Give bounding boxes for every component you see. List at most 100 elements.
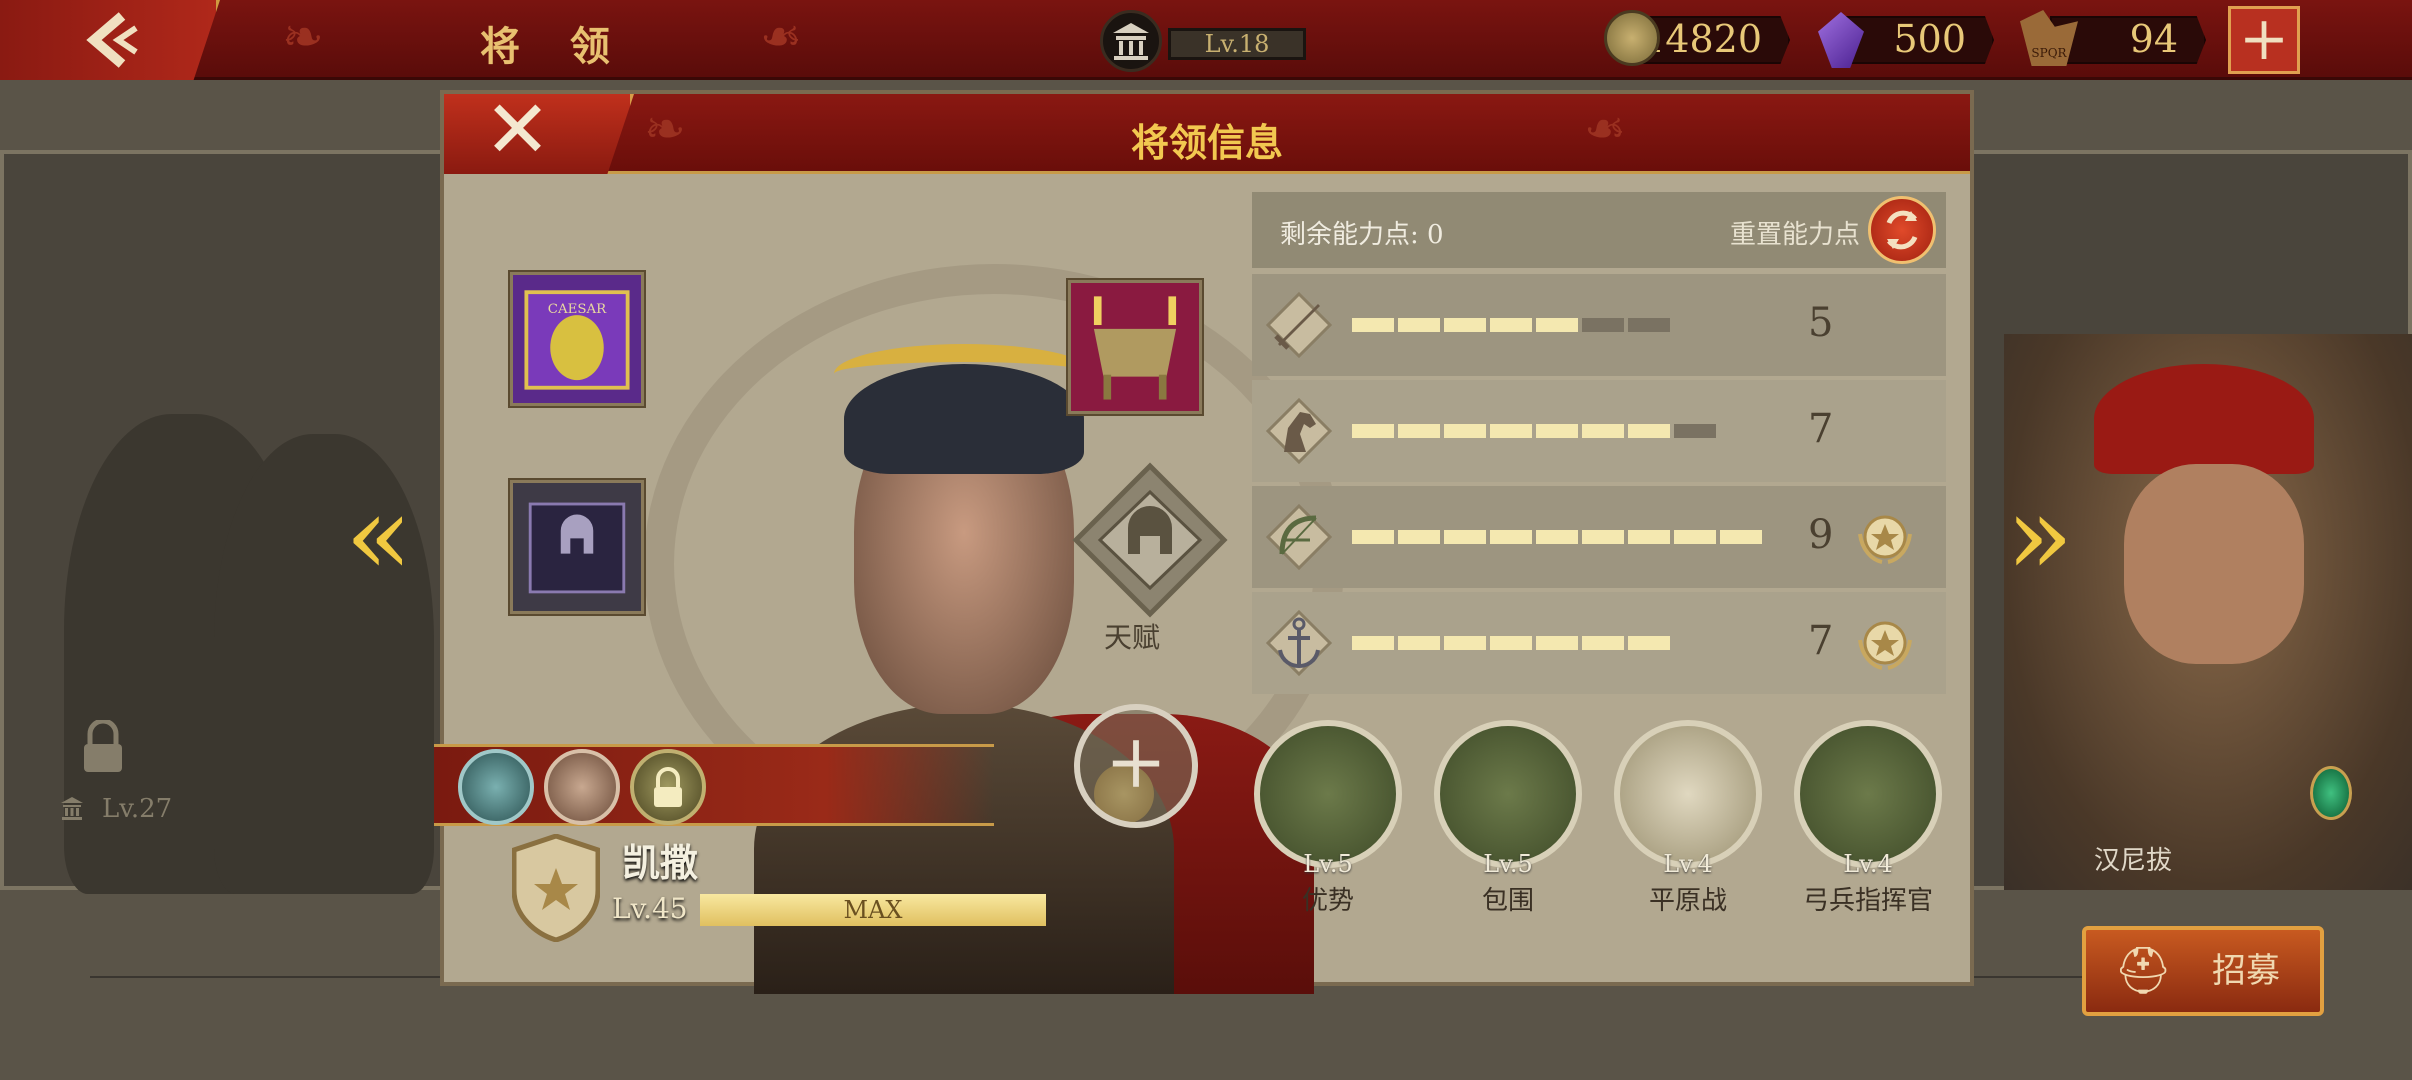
stat-value: 5 bbox=[1808, 300, 1834, 346]
remaining-points-label: 剩余能力点: 0 bbox=[1280, 220, 1444, 250]
spartan-helmet-icon: ⛑ bbox=[2114, 943, 2173, 997]
gold-coin-icon bbox=[1604, 10, 1660, 66]
back-button[interactable] bbox=[0, 0, 220, 80]
skill-archer-commander[interactable] bbox=[1794, 720, 1942, 868]
skill-advantage[interactable] bbox=[1254, 720, 1402, 868]
stat-row: 7 bbox=[1252, 592, 1946, 694]
add-equipment-button[interactable]: + bbox=[1074, 704, 1198, 828]
stat-bar-segment bbox=[1490, 636, 1532, 650]
svg-text:CAESAR: CAESAR bbox=[548, 302, 607, 317]
stat-bar-segment bbox=[1444, 530, 1486, 544]
prev-general-arrow-icon[interactable]: « bbox=[345, 480, 412, 590]
skill-level: Lv.4 bbox=[1843, 850, 1893, 878]
recruit-button[interactable]: ⛑ 招募 bbox=[2082, 926, 2324, 1016]
stat-bar-segment bbox=[1536, 530, 1578, 544]
horse-icon bbox=[1265, 397, 1333, 465]
gem-counter: 500 bbox=[1842, 16, 1994, 64]
stat-bar-segment bbox=[1536, 424, 1578, 438]
stat-row: 7 bbox=[1252, 380, 1946, 482]
ability-points-header: 剩余能力点: 0 重置能力点 bbox=[1252, 192, 1946, 268]
anchor-icon bbox=[1265, 609, 1333, 677]
stat-bar-segment bbox=[1352, 318, 1394, 332]
talent-label: 天赋 bbox=[1104, 621, 1161, 654]
stat-row: 9 bbox=[1252, 486, 1946, 588]
stat-bar-segment bbox=[1536, 318, 1578, 332]
stat-bar-segment bbox=[1444, 636, 1486, 650]
eagle-medal-icon[interactable] bbox=[544, 749, 620, 825]
stat-bar-segment bbox=[1352, 424, 1394, 438]
stat-bar-segment bbox=[1352, 636, 1394, 650]
laurel-crown-icon bbox=[834, 344, 1094, 404]
stat-bar-segment bbox=[1628, 530, 1670, 544]
skill-encircle[interactable] bbox=[1434, 720, 1582, 868]
skill-level: Lv.5 bbox=[1483, 850, 1533, 878]
page-title: 将 领 bbox=[480, 23, 628, 70]
player-level-indicator[interactable]: Lv.18 bbox=[1100, 10, 1310, 72]
general-level: Lv.45 bbox=[612, 892, 688, 925]
skill-level: Lv.5 bbox=[1303, 850, 1353, 878]
stat-bar-segment bbox=[1674, 424, 1716, 438]
recruit-label: 招募 bbox=[2212, 951, 2280, 991]
exp-bar: MAX bbox=[700, 894, 1046, 926]
general-portrait-hannibal bbox=[2004, 334, 2412, 890]
laurel-left-icon: ❧ bbox=[282, 8, 324, 66]
back-arrow-icon bbox=[86, 12, 138, 68]
stat-bar-segment bbox=[1582, 424, 1624, 438]
laurel-right-icon: ❧ bbox=[1584, 100, 1626, 158]
helmet-book-icon bbox=[513, 483, 641, 611]
next-general-arrow-icon[interactable]: » bbox=[2006, 480, 2073, 590]
stat-bar-segment bbox=[1490, 424, 1532, 438]
stat-bar-segment bbox=[1674, 530, 1716, 544]
stat-bar-segment bbox=[1628, 636, 1670, 650]
skill-plains-battle[interactable] bbox=[1614, 720, 1762, 868]
general-portrait-caesar bbox=[594, 324, 1314, 994]
stat-value: 7 bbox=[1808, 618, 1834, 664]
laurel-right-icon: ❧ bbox=[760, 8, 802, 66]
stat-bar-segment bbox=[1628, 318, 1670, 332]
stat-row: 5 bbox=[1252, 274, 1946, 376]
stat-bar-segment bbox=[1720, 530, 1762, 544]
locked-medal-icon[interactable] bbox=[630, 749, 706, 825]
eagle-medal-icon[interactable] bbox=[458, 749, 534, 825]
stat-bar-segment bbox=[1398, 636, 1440, 650]
locked-general-level: Lv.27 bbox=[102, 794, 173, 824]
stat-bar-segment bbox=[1444, 318, 1486, 332]
stat-bar-segment bbox=[1444, 424, 1486, 438]
right-general-name: 汉尼拔 bbox=[2094, 846, 2173, 876]
star-laurel-badge-icon[interactable] bbox=[1852, 610, 1918, 676]
emerald-rank-icon bbox=[2310, 766, 2352, 820]
stat-bar-segment bbox=[1582, 318, 1624, 332]
sword-icon bbox=[1265, 291, 1333, 359]
stat-bar-segment bbox=[1352, 530, 1394, 544]
rank-badge-strip bbox=[434, 744, 994, 826]
star-rank-shield-icon bbox=[512, 834, 600, 942]
reset-points-label: 重置能力点 bbox=[1730, 220, 1861, 250]
talent-helmet-icon[interactable] bbox=[1072, 462, 1228, 618]
add-resource-button[interactable]: + bbox=[2228, 6, 2300, 74]
general-name: 凯撒 bbox=[622, 840, 699, 885]
stat-bar-segment bbox=[1398, 530, 1440, 544]
skill-name: 弓兵指挥官 bbox=[1802, 886, 1933, 916]
reset-points-button[interactable] bbox=[1868, 196, 1936, 264]
temple-icon bbox=[61, 797, 83, 820]
skill-name: 平原战 bbox=[1648, 886, 1727, 916]
stat-value: 9 bbox=[1808, 512, 1834, 558]
stat-bar-segment bbox=[1582, 530, 1624, 544]
star-laurel-badge-icon[interactable] bbox=[1852, 504, 1918, 570]
general-info-dialog: ✕ ❧ 将领信息 ❧ CAESAR 天赋 + 凯撒 Lv.45 MAX 剩余能力… bbox=[434, 90, 1974, 994]
player-level-text: Lv.18 bbox=[1168, 28, 1306, 60]
tome-equipment-slot[interactable] bbox=[510, 480, 644, 614]
refresh-icon bbox=[1886, 210, 1918, 250]
exp-label: MAX bbox=[843, 896, 903, 924]
stat-bar-segment bbox=[1490, 530, 1532, 544]
stat-bar-segment bbox=[1490, 318, 1532, 332]
lock-icon bbox=[84, 720, 122, 772]
stat-bar-segment bbox=[1398, 424, 1440, 438]
banner-equipment-slot[interactable]: CAESAR bbox=[510, 272, 644, 406]
stat-bar-segment bbox=[1398, 318, 1440, 332]
cauldron-equipment-slot[interactable] bbox=[1068, 280, 1202, 414]
skill-name: 包围 bbox=[1481, 886, 1534, 916]
bronze-cauldron-icon bbox=[1071, 283, 1199, 411]
stat-bar-segment bbox=[1582, 636, 1624, 650]
caesar-banner-icon: CAESAR bbox=[513, 275, 641, 403]
